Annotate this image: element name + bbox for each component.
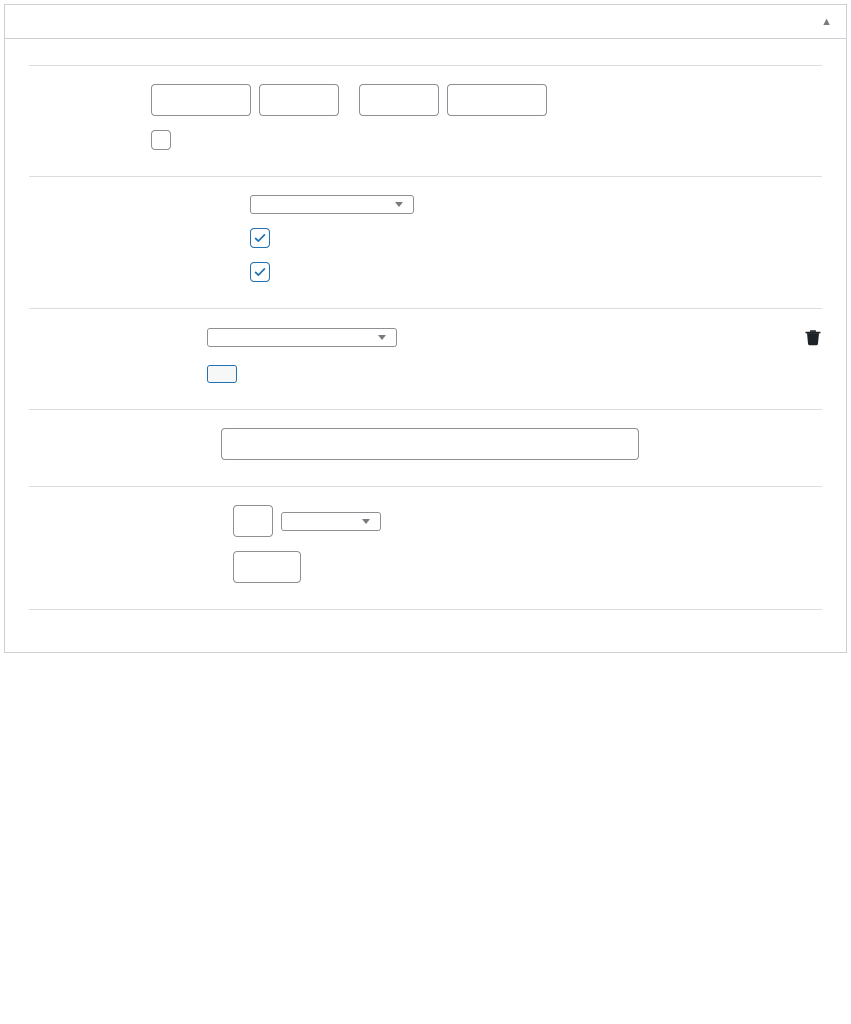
section-rule (29, 486, 822, 487)
organizer-select[interactable] (207, 328, 397, 347)
chevron-down-icon (362, 519, 370, 524)
metabox-body (5, 39, 846, 652)
currency-symbol-input[interactable] (233, 505, 273, 537)
collapse-toggle[interactable]: ▲ (821, 15, 832, 28)
start-date-input[interactable] (151, 84, 251, 116)
start-end-controls (151, 84, 822, 116)
show-map-link-checkbox[interactable] (250, 262, 270, 282)
chevron-down-icon (395, 202, 403, 207)
section-rule (29, 308, 822, 309)
section-rule (29, 176, 822, 177)
add-organizer-row (29, 365, 822, 383)
organizer-row (29, 327, 822, 347)
venue-select[interactable] (250, 195, 414, 214)
cost-input[interactable] (233, 551, 301, 583)
section-rule (29, 609, 822, 610)
check-icon (253, 265, 267, 279)
end-date-input[interactable] (447, 84, 547, 116)
show-map-row (29, 228, 822, 248)
trash-icon[interactable] (804, 327, 822, 347)
chevron-down-icon (378, 335, 386, 340)
metabox-header: ▲ (5, 5, 846, 39)
currency-controls (233, 505, 822, 537)
url-row (29, 428, 822, 460)
start-end-row (29, 84, 822, 116)
show-map-checkbox[interactable] (250, 228, 270, 248)
events-calendar-metabox: ▲ (4, 4, 847, 653)
all-day-checkbox[interactable] (151, 130, 171, 150)
currency-row (29, 505, 822, 537)
all-day-controls (151, 130, 822, 150)
url-input[interactable] (221, 428, 639, 460)
section-rule (29, 409, 822, 410)
venue-row (29, 195, 822, 214)
currency-position-select[interactable] (281, 512, 381, 531)
start-time-input[interactable] (259, 84, 339, 116)
all-day-row (29, 130, 822, 150)
check-icon (253, 231, 267, 245)
section-rule (29, 65, 822, 66)
show-map-link-row (29, 262, 822, 282)
cost-row (29, 551, 822, 583)
add-organizer-button[interactable] (207, 365, 237, 383)
end-time-input[interactable] (359, 84, 439, 116)
